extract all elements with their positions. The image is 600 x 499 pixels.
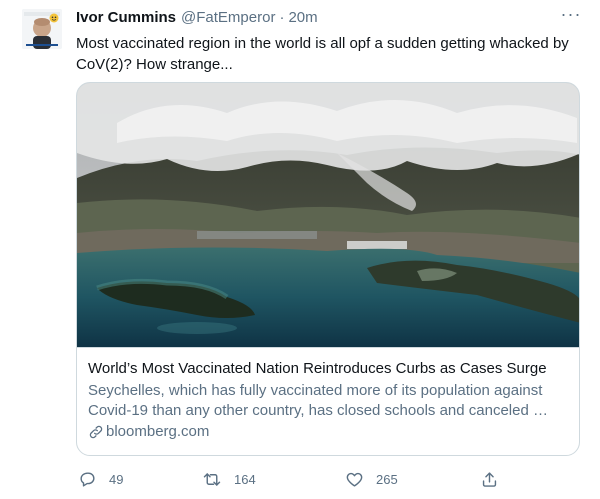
retweet-icon — [203, 472, 221, 486]
link-card[interactable]: World’s Most Vaccinated Nation Reintrodu… — [76, 82, 580, 456]
share-icon — [482, 471, 497, 487]
tweet-header: Ivor Cummins @FatEmperor · 20m — [76, 9, 318, 31]
tweet-timestamp[interactable]: 20m — [288, 9, 317, 26]
separator-dot: · — [279, 9, 285, 26]
share-button[interactable] — [480, 468, 511, 490]
avatar[interactable] — [22, 9, 62, 49]
more-icon: ··· — [560, 4, 582, 24]
aerial-harbor-photo — [77, 83, 579, 347]
card-body[interactable]: World’s Most Vaccinated Nation Reintrodu… — [77, 347, 579, 455]
reply-button[interactable]: 49 — [78, 468, 123, 490]
card-domain: bloomberg.com — [88, 422, 569, 442]
author-handle[interactable]: @FatEmperor — [181, 9, 275, 26]
author-name[interactable]: Ivor Cummins — [76, 9, 176, 26]
card-domain-text: bloomberg.com — [106, 423, 210, 440]
retweet-count: 164 — [234, 471, 256, 487]
reply-icon — [80, 471, 95, 487]
card-title: World’s Most Vaccinated Nation Reintrodu… — [88, 360, 547, 377]
more-options-button[interactable]: ··· — [560, 4, 582, 26]
tweet-text: Most vaccinated region in the world is a… — [76, 35, 569, 73]
heart-icon — [346, 472, 363, 487]
tweet-actions: 49 164 265 — [76, 468, 580, 490]
retweet-button[interactable]: 164 — [202, 468, 256, 490]
like-button[interactable]: 265 — [345, 468, 398, 490]
profile-photo-icon — [22, 9, 62, 49]
tweet[interactable]: Ivor Cummins @FatEmperor · 20m ··· Most … — [0, 0, 600, 499]
like-count: 265 — [376, 471, 398, 487]
reply-count: 49 — [109, 471, 124, 487]
card-description: Seychelles, which has fully vaccinated m… — [88, 382, 548, 419]
link-icon — [89, 425, 103, 439]
